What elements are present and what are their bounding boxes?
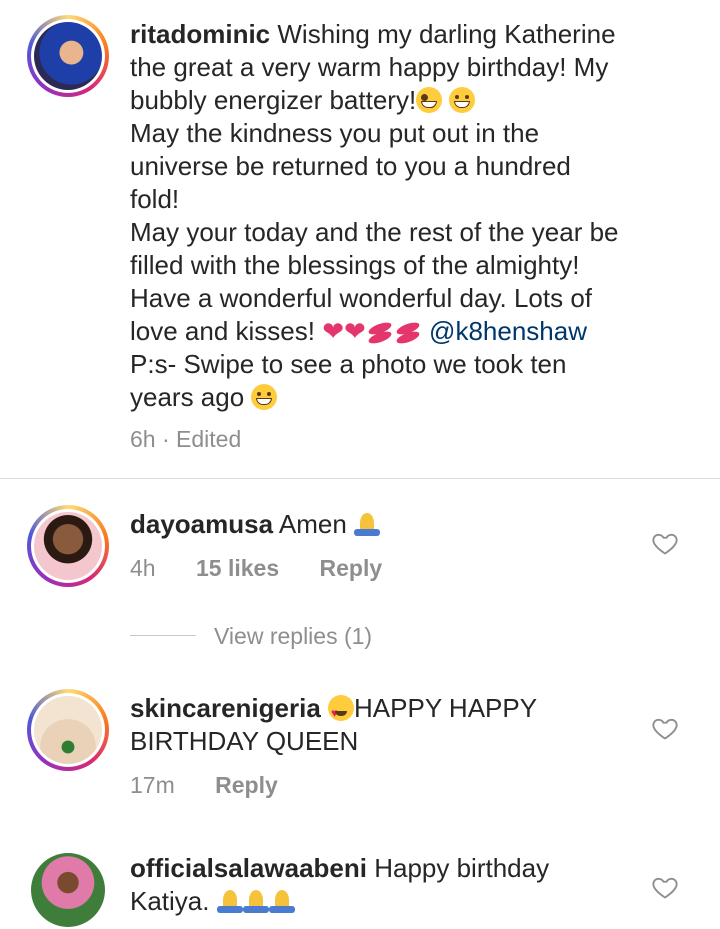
comment-text: officialsalawaabeni Happy birthday Katiy…	[130, 852, 549, 918]
comment-text: skincarenigeria HAPPY HAPPY BIRTHDAY QUE…	[130, 692, 537, 758]
edited-label: · Edited	[161, 426, 242, 452]
pray-emoji	[268, 888, 295, 914]
comment-body: Amen	[278, 509, 347, 539]
heart-emoji: ❤	[322, 316, 345, 346]
caption-line: bubbly energizer battery!	[130, 85, 417, 115]
caption-line: love and kisses!	[130, 316, 315, 346]
view-replies-line	[130, 635, 196, 636]
caption-line: May your today and the rest of the year …	[130, 217, 619, 247]
comment-body: BIRTHDAY QUEEN	[130, 726, 359, 756]
squint-emoji	[416, 87, 443, 113]
comment-meta: 17m Reply	[130, 772, 278, 799]
comment-time: 4h	[130, 555, 156, 581]
avatar-officialsalawaabeni[interactable]	[31, 853, 105, 927]
caption-line: the great a very warm happy birthday! My	[130, 52, 609, 82]
pray-emoji	[354, 511, 381, 537]
grin-emoji	[449, 87, 476, 113]
grin-emoji	[251, 384, 278, 410]
heart-outline-icon[interactable]	[651, 529, 679, 557]
heart-outline-icon[interactable]	[651, 873, 679, 901]
comment-body: HAPPY HAPPY	[354, 693, 538, 723]
kiss-emoji	[366, 324, 394, 342]
caption-line: universe be returned to you a hundred	[130, 151, 571, 181]
comment-body: Katiya.	[130, 886, 210, 916]
caption-text: ritadominic Wishing my darling Katherine…	[130, 18, 705, 414]
comment-text: dayoamusa Amen	[130, 508, 381, 541]
avatar-dayoamusa[interactable]	[27, 505, 109, 587]
comment-username[interactable]: officialsalawaabeni	[130, 853, 367, 883]
caption-line: years ago	[130, 382, 245, 412]
heart-eyes-emoji	[328, 695, 355, 730]
likes-count[interactable]: 15 likes	[196, 555, 279, 581]
comment-username[interactable]: skincarenigeria	[130, 693, 321, 723]
post-time: 6h	[130, 426, 156, 452]
reply-button[interactable]: Reply	[320, 555, 383, 581]
caption-line: Have a wonderful wonderful day. Lots of	[130, 283, 593, 313]
post-caption-section: ritadominic Wishing my darling Katherine…	[0, 0, 720, 479]
heart-outline-icon[interactable]	[651, 714, 679, 742]
comment-username[interactable]: dayoamusa	[130, 509, 273, 539]
avatar-ritadominic[interactable]	[27, 15, 109, 97]
comment-time: 17m	[130, 772, 175, 798]
pray-emoji	[216, 888, 243, 914]
kiss-emoji	[394, 324, 422, 342]
caption-line: fold!	[130, 184, 180, 214]
caption-line: Wishing my darling Katherine	[277, 19, 616, 49]
heart-emoji: ❤	[344, 316, 366, 346]
caption-line: filled with the blessings of the almight…	[130, 250, 580, 280]
comment-body: Happy birthday	[374, 853, 550, 883]
pray-emoji	[242, 888, 269, 914]
mention-link[interactable]: @k8henshaw	[429, 316, 587, 346]
caption-line: May the kindness you put out in the	[130, 118, 540, 148]
avatar-skincarenigeria[interactable]	[27, 689, 109, 771]
post-meta: 6h · Edited	[130, 426, 241, 453]
reply-button[interactable]: Reply	[215, 772, 278, 798]
comment-meta: 4h 15 likes Reply	[130, 555, 382, 582]
view-replies-button[interactable]: View replies (1)	[214, 623, 372, 650]
caption-line: P:s- Swipe to see a photo we took ten	[130, 349, 567, 379]
caption-username[interactable]: ritadominic	[130, 19, 270, 49]
